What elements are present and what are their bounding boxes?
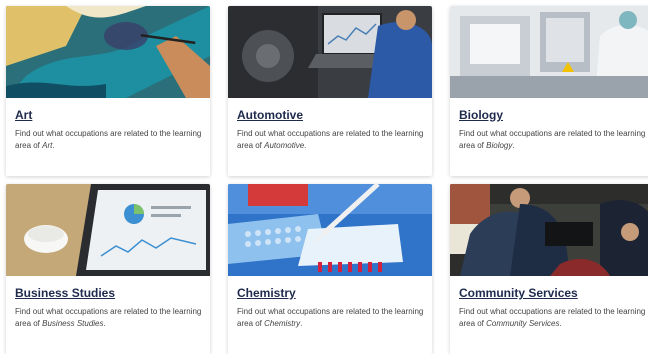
card-description: Find out what occupations are related to… xyxy=(459,129,646,150)
card-title[interactable]: Business Studies xyxy=(15,286,115,300)
biology-lab-image xyxy=(450,6,648,98)
card-description: Find out what occupations are related to… xyxy=(459,307,646,328)
card-chemistry[interactable]: Chemistry Find out what occupations are … xyxy=(228,184,432,354)
occupation-card-grid: Art Find out what occupations are relate… xyxy=(0,0,648,354)
card-description: Find out what occupations are related to… xyxy=(237,129,424,150)
card-title[interactable]: Chemistry xyxy=(237,286,296,300)
community-services-image xyxy=(450,184,648,276)
card-title[interactable]: Art xyxy=(15,108,32,122)
card-community-services[interactable]: Community Services Find out what occupat… xyxy=(450,184,648,354)
card-biology[interactable]: Biology Find out what occupations are re… xyxy=(450,6,648,176)
card-art[interactable]: Art Find out what occupations are relate… xyxy=(6,6,210,176)
business-tablet-charts-image xyxy=(6,184,210,276)
card-title[interactable]: Biology xyxy=(459,108,503,122)
automotive-laptop-engine-image xyxy=(228,6,432,98)
card-title[interactable]: Community Services xyxy=(459,286,578,300)
card-automotive[interactable]: Automotive Find out what occupations are… xyxy=(228,6,432,176)
card-description: Find out what occupations are related to… xyxy=(15,307,202,328)
card-title[interactable]: Automotive xyxy=(237,108,303,122)
art-painting-image xyxy=(6,6,210,98)
card-description: Find out what occupations are related to… xyxy=(15,129,202,150)
chemistry-pipette-image xyxy=(228,184,432,276)
card-business-studies[interactable]: Business Studies Find out what occupatio… xyxy=(6,184,210,354)
card-description: Find out what occupations are related to… xyxy=(237,307,424,328)
